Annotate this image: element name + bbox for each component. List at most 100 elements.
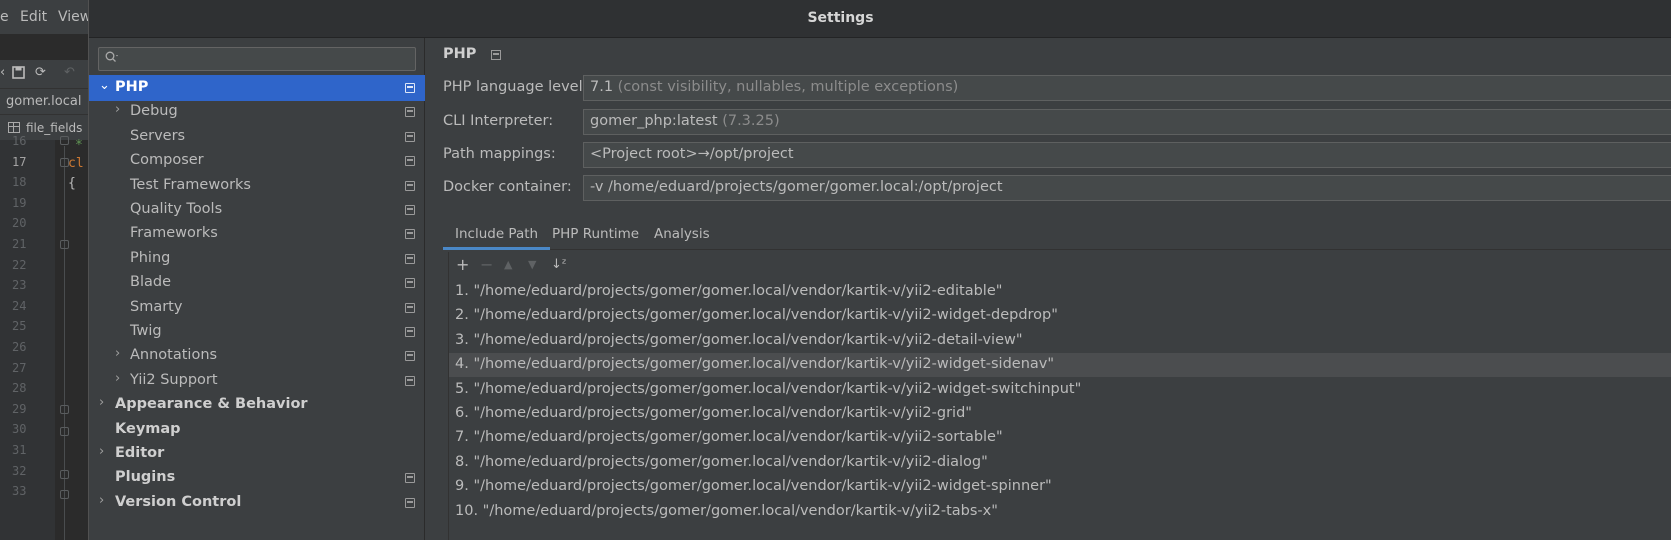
sort-icon[interactable]: ↓ᶻ <box>551 257 567 272</box>
fold-marker-icon[interactable] <box>60 240 69 249</box>
settings-search-input[interactable] <box>121 50 411 68</box>
tree-item-label: Test Frameworks <box>130 176 251 193</box>
undo-icon[interactable]: ↶ <box>64 66 78 80</box>
fold-marker-icon[interactable] <box>60 405 69 414</box>
remove-icon[interactable]: − <box>480 255 493 274</box>
code-keyword: cl <box>68 156 84 171</box>
menu-item-edit[interactable]: Edit <box>20 9 47 25</box>
sync-icon[interactable]: ⟳ <box>35 66 49 80</box>
path-mappings-value: <Project root>→/opt/project <box>590 146 794 162</box>
tree-item-php[interactable]: ⌄ PHP <box>89 75 425 101</box>
line-number: 27 <box>12 360 27 375</box>
tree-item-label: Servers <box>130 127 186 144</box>
include-path-item[interactable]: 8. "/home/eduard/projects/gomer/gomer.lo… <box>449 451 1671 475</box>
tree-item-label: Annotations <box>130 347 218 364</box>
fold-marker-icon[interactable] <box>60 490 69 499</box>
fold-marker-icon[interactable] <box>60 427 69 436</box>
cli-interpreter-label: CLI Interpreter: <box>443 113 554 129</box>
move-up-icon[interactable]: ▲ <box>504 258 512 271</box>
tree-item-frameworks[interactable]: Frameworks <box>89 221 425 247</box>
editor-file-tab[interactable]: gomer.local <box>0 88 90 114</box>
line-number: 29 <box>12 401 27 416</box>
fold-marker-icon[interactable] <box>60 136 69 145</box>
docker-container-field[interactable]: -v /home/eduard/projects/gomer/gomer.loc… <box>583 175 1671 201</box>
add-icon[interactable]: + <box>456 255 469 274</box>
tree-item-label: Debug <box>130 103 178 120</box>
include-path-item[interactable]: 6. "/home/eduard/projects/gomer/gomer.lo… <box>449 402 1671 426</box>
include-path-item[interactable]: 10. "/home/eduard/projects/gomer/gomer.l… <box>449 500 1671 524</box>
tree-item-editor[interactable]: › Editor <box>89 441 425 467</box>
chevron-down-icon[interactable]: ⌄ <box>99 78 110 93</box>
tree-item-plugins[interactable]: Plugins <box>89 465 425 491</box>
language-level-value: 7.1 <box>590 79 614 95</box>
path-mappings-field[interactable]: <Project root>→/opt/project <box>583 142 1671 168</box>
tree-item-smarty[interactable]: Smarty <box>89 295 425 321</box>
menu-item-file[interactable]: e <box>0 9 9 25</box>
tree-item-label: Editor <box>115 445 165 461</box>
include-path-item[interactable]: 3. "/home/eduard/projects/gomer/gomer.lo… <box>449 329 1671 353</box>
include-path-panel: + − ▲ ▼ ↓ᶻ 1. "/home/eduard/projects/gom… <box>448 252 1671 540</box>
save-icon[interactable] <box>12 66 26 80</box>
tree-item-twig[interactable]: Twig <box>89 319 425 345</box>
chevron-right-icon[interactable]: › <box>99 493 104 508</box>
chevron-right-icon[interactable]: › <box>115 371 120 386</box>
tab-php-runtime[interactable]: PHP Runtime <box>540 220 651 250</box>
chevron-right-icon[interactable]: › <box>99 444 104 459</box>
line-number: 21 <box>12 237 27 251</box>
tree-item-label: Yii2 Support <box>130 371 218 388</box>
move-down-icon[interactable]: ▼ <box>528 258 536 271</box>
chevron-right-icon[interactable]: › <box>99 395 104 410</box>
tab-analysis[interactable]: Analysis <box>642 220 722 250</box>
include-path-item[interactable]: 2. "/home/eduard/projects/gomer/gomer.lo… <box>449 304 1671 328</box>
tree-item-quality-tools[interactable]: Quality Tools <box>89 197 425 223</box>
include-path-item[interactable]: 1. "/home/eduard/projects/gomer/gomer.lo… <box>449 280 1671 304</box>
code-brace: { <box>68 176 76 191</box>
settings-search-box[interactable] <box>98 47 416 71</box>
tree-item-test-frameworks[interactable]: Test Frameworks <box>89 173 425 199</box>
tree-item-label: Smarty <box>130 298 183 315</box>
line-number: 24 <box>12 298 27 313</box>
line-number: 23 <box>12 278 27 293</box>
docker-container-row: Docker container: -v /home/eduard/projec… <box>443 175 1671 201</box>
tree-item-servers[interactable]: Servers <box>89 124 425 150</box>
tree-item-label: Keymap <box>115 420 181 437</box>
line-number: 28 <box>12 381 27 396</box>
breadcrumb-label: file_fields <box>26 121 83 135</box>
chevron-right-icon[interactable]: › <box>115 346 120 361</box>
tree-item-debug[interactable]: › Debug <box>89 99 425 125</box>
tree-item-version-control[interactable]: › Version Control <box>89 490 425 516</box>
tree-item-annotations[interactable]: › Annotations <box>89 343 425 369</box>
settings-tree-panel: ⌄ PHP › Debug Servers Composer Test Frameworks… <box>89 38 425 540</box>
tree-item-appearance-behavior[interactable]: › Appearance & Behavior <box>89 392 425 418</box>
php-settings-page: PHP PHP language level: 7.1 (const visib… <box>425 38 1671 540</box>
include-path-item[interactable]: 4. "/home/eduard/projects/gomer/gomer.lo… <box>449 353 1671 378</box>
project-level-icon <box>405 253 415 264</box>
file-tab-label: gomer.local <box>6 94 82 109</box>
include-path-item[interactable]: 9. "/home/eduard/projects/gomer/gomer.lo… <box>449 475 1671 499</box>
line-number: 30 <box>12 422 27 437</box>
language-level-select[interactable]: 7.1 (const visibility, nullables, multip… <box>583 75 1671 101</box>
cli-interpreter-version: (7.3.25) <box>722 113 780 129</box>
dialog-title-bar[interactable]: Settings <box>89 0 1671 38</box>
tab-include-path[interactable]: Include Path <box>443 220 551 250</box>
cli-interpreter-select[interactable]: gomer_php:latest (7.3.25) <box>583 109 1671 135</box>
line-number: 19 <box>12 195 27 210</box>
tree-item-label: Twig <box>130 323 162 339</box>
tree-item-label: Composer <box>130 152 204 169</box>
tree-item-blade[interactable]: Blade <box>89 270 425 296</box>
tree-item-keymap[interactable]: Keymap <box>89 417 425 443</box>
fold-marker-icon[interactable] <box>60 470 69 479</box>
include-path-item[interactable]: 5. "/home/eduard/projects/gomer/gomer.lo… <box>449 378 1671 402</box>
include-path-item[interactable]: 7. "/home/eduard/projects/gomer/gomer.lo… <box>449 426 1671 450</box>
tree-item-yii2-support[interactable]: › Yii2 Support <box>89 368 425 394</box>
tree-item-composer[interactable]: Composer <box>89 148 425 174</box>
project-level-icon <box>405 327 415 337</box>
menu-item-view[interactable]: View <box>58 9 90 25</box>
tree-item-phing[interactable]: Phing <box>89 246 425 272</box>
ide-background: e Edit View ‹ ⟳ ↶ gomer.local file_field… <box>0 0 90 540</box>
path-mappings-label: Path mappings: <box>443 146 556 162</box>
line-number: 22 <box>12 257 27 272</box>
line-number: 33 <box>12 484 27 499</box>
chevron-right-icon[interactable]: › <box>115 102 120 117</box>
table-icon <box>8 122 20 133</box>
